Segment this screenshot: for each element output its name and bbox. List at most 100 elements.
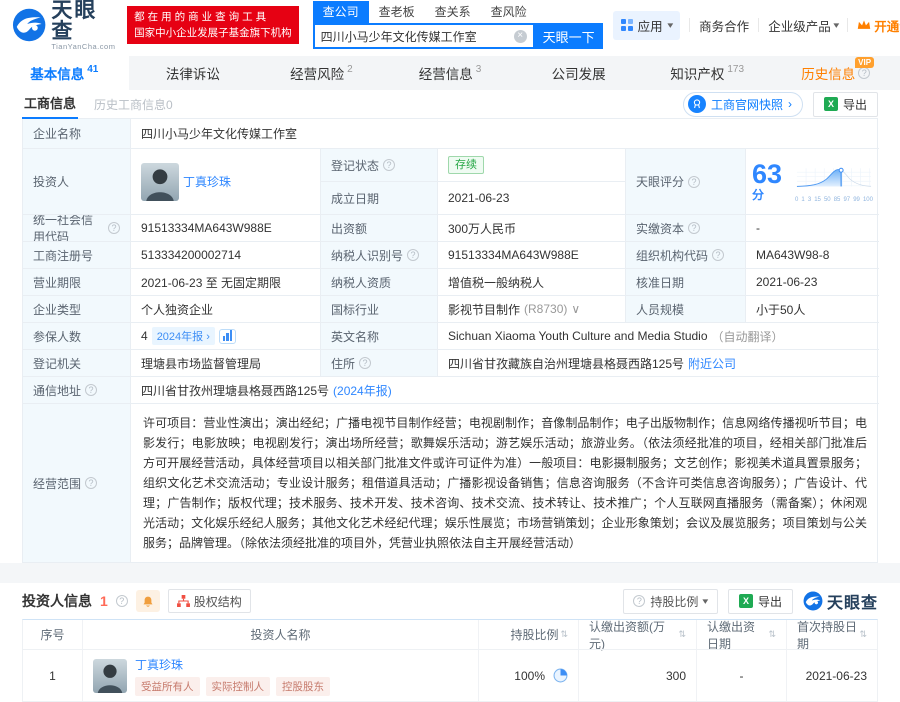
section-divider — [0, 563, 900, 583]
monitor-bell-button[interactable] — [136, 590, 160, 612]
expand-icon[interactable]: ∨ — [571, 302, 580, 316]
search-button[interactable]: 天眼一下 — [535, 23, 603, 49]
tab-operating-info[interactable]: 经营信息 3 — [386, 56, 515, 90]
business-scope-label-cell: 经营范围 ? — [23, 404, 131, 562]
annual-report-link[interactable]: (2024年报) — [333, 382, 392, 399]
col-first-holding-date[interactable]: 首次持股日期 ⇅ — [787, 620, 877, 649]
reg-status-label: 登记状态 — [331, 157, 379, 174]
col-subscribed-date[interactable]: 认缴出资日期 ⇅ — [697, 620, 787, 649]
subtab-history-business-info[interactable]: 历史工商信息0 — [94, 96, 173, 113]
staff-size-label: 人员规模 — [626, 296, 746, 323]
industry-value: 影视节目制作 — [448, 301, 520, 318]
english-name-value: Sichuan Xiaoma Youth Culture and Media S… — [448, 329, 708, 343]
tianyancha-logo[interactable]: 天眼查 TianYanCha.com — [12, 0, 117, 51]
help-icon[interactable]: ? — [688, 176, 700, 188]
investor-row: 1 丁真珍珠 受益所有人 实际控制人 控股股东 100% 300 - 2021-… — [23, 649, 877, 701]
investor-avatar — [93, 659, 127, 693]
investor-tags: 受益所有人 实际控制人 控股股东 — [135, 677, 330, 696]
taxpayer-qualification-value: 增值税一般纳税人 — [438, 269, 626, 296]
tianyancha-logo-icon — [803, 591, 823, 611]
export-button[interactable]: X 导出 — [813, 92, 878, 117]
menu-vip[interactable]: 开通会员 ▾ — [857, 16, 900, 35]
holding-ratio-dropdown[interactable]: ? 持股比例 ▾ — [623, 589, 718, 614]
tab-count: 173 — [727, 64, 744, 75]
top-menu: 应用 ▾ 商务合作 企业级产品 ▾ 开通会员 ▾ 186*... — [613, 11, 900, 40]
tab-intellectual-property[interactable]: 知识产权 173 — [643, 56, 772, 90]
established-value: 2021-06-23 — [438, 182, 626, 215]
promo-line1: 都在用的商业查询工具 — [134, 9, 292, 25]
address-label-cell: 住所 ? — [321, 350, 438, 377]
help-icon[interactable]: ? — [858, 67, 870, 79]
insured-count-cell: 4 2024年报 › — [131, 323, 321, 350]
col-subscribed-amount[interactable]: 认缴出资额(万元) ⇅ — [579, 620, 697, 649]
menu-cooperation[interactable]: 商务合作 — [699, 16, 749, 35]
watermark-text: 天眼查 — [827, 589, 878, 613]
tab-operating-risk[interactable]: 经营风险 2 — [257, 56, 386, 90]
help-icon[interactable]: ? — [85, 477, 97, 489]
help-icon[interactable]: ? — [383, 159, 395, 171]
crown-icon — [857, 19, 871, 31]
investors-table: 序号 投资人名称 持股比例 ⇅ 认缴出资额(万元) ⇅ 认缴出资日期 ⇅ 首次持… — [22, 619, 878, 702]
search-input[interactable] — [321, 29, 514, 43]
tab-company-development[interactable]: 公司发展 — [514, 56, 643, 90]
row-index: 1 — [23, 649, 83, 701]
investor-name-link[interactable]: 丁真珍珠 — [135, 658, 183, 672]
investors-table-header: 序号 投资人名称 持股比例 ⇅ 认缴出资额(万元) ⇅ 认缴出资日期 ⇅ 首次持… — [23, 620, 877, 649]
nearby-companies-link[interactable]: 附近公司 — [688, 355, 736, 372]
search-tab-risk[interactable]: 查风险 — [481, 1, 537, 23]
clear-search-icon[interactable]: × — [514, 30, 527, 43]
english-name-cell: Sichuan Xiaoma Youth Culture and Media S… — [438, 323, 879, 350]
search-tab-relation[interactable]: 查关系 — [425, 1, 481, 23]
equity-structure-button[interactable]: 股权结构 — [168, 589, 251, 613]
uscc-label: 统一社会信用代码 — [33, 215, 104, 242]
apps-menu[interactable]: 应用 ▾ — [613, 11, 681, 40]
investor-name-link[interactable]: 丁真珍珠 — [183, 173, 231, 190]
vip-badge: VIP — [855, 57, 874, 68]
divider — [847, 18, 848, 32]
help-icon[interactable]: ? — [116, 595, 128, 607]
investor-label: 投资人 — [23, 149, 131, 215]
tag-beneficial-owner: 受益所有人 — [135, 677, 200, 696]
paid-capital-label-cell: 实缴资本 ? — [626, 215, 746, 242]
excel-icon: X — [739, 594, 753, 608]
help-icon[interactable]: ? — [85, 384, 97, 396]
subtab-business-info[interactable]: 工商信息 — [22, 90, 78, 119]
sort-icon: ⇅ — [768, 629, 776, 640]
help-icon[interactable]: ? — [108, 222, 120, 234]
equity-structure-label: 股权结构 — [194, 593, 242, 610]
paid-capital-label: 实缴资本 — [636, 220, 684, 237]
score-axis-ticks: 0131550859799100 — [795, 197, 873, 203]
help-icon[interactable]: ? — [688, 222, 700, 234]
sort-icon: ⇅ — [859, 629, 867, 640]
uscc-label-cell: 统一社会信用代码 ? — [23, 215, 131, 242]
logo-subtitle: TianYanCha.com — [51, 42, 117, 51]
search-tab-boss[interactable]: 查老板 — [369, 1, 425, 23]
help-icon[interactable]: ? — [359, 357, 371, 369]
help-icon[interactable]: ? — [712, 249, 724, 261]
approval-date-label: 核准日期 — [626, 269, 746, 296]
search-tab-company[interactable]: 查公司 — [313, 1, 369, 23]
trend-chart-icon[interactable] — [219, 329, 237, 344]
logo-text: 天眼查 TianYanCha.com — [51, 0, 117, 51]
mailing-address-label: 通信地址 — [33, 382, 81, 399]
tab-legal[interactable]: 法律诉讼 — [129, 56, 258, 90]
annual-report-label: 2024年报 — [157, 331, 203, 343]
industry-code: (R8730) — [524, 302, 567, 316]
tab-label: 基本信息 — [30, 63, 84, 83]
reg-status-cell: 存续 — [438, 149, 626, 182]
tab-basic-info[interactable]: 基本信息 41 — [0, 56, 129, 90]
official-snapshot-button[interactable]: 工商官网快照 › — [683, 92, 803, 117]
menu-enterprise[interactable]: 企业级产品 ▾ — [768, 16, 838, 35]
annual-report-chip[interactable]: 2024年报 › — [152, 327, 215, 345]
pie-chart-icon[interactable] — [553, 668, 568, 683]
col-holding-ratio[interactable]: 持股比例 ⇅ — [479, 620, 579, 649]
tab-label: 历史信息 — [801, 63, 855, 83]
help-icon[interactable]: ? — [407, 249, 419, 261]
divider — [758, 18, 759, 32]
bell-icon — [142, 595, 154, 608]
auto-translate-note: （自动翻译） — [712, 328, 784, 345]
investors-export-button[interactable]: X 导出 — [728, 589, 793, 614]
logo-title: 天眼查 — [51, 0, 117, 42]
tab-history-info[interactable]: VIP 历史信息 ? — [771, 56, 900, 90]
investors-title: 投资人信息 — [22, 591, 92, 611]
